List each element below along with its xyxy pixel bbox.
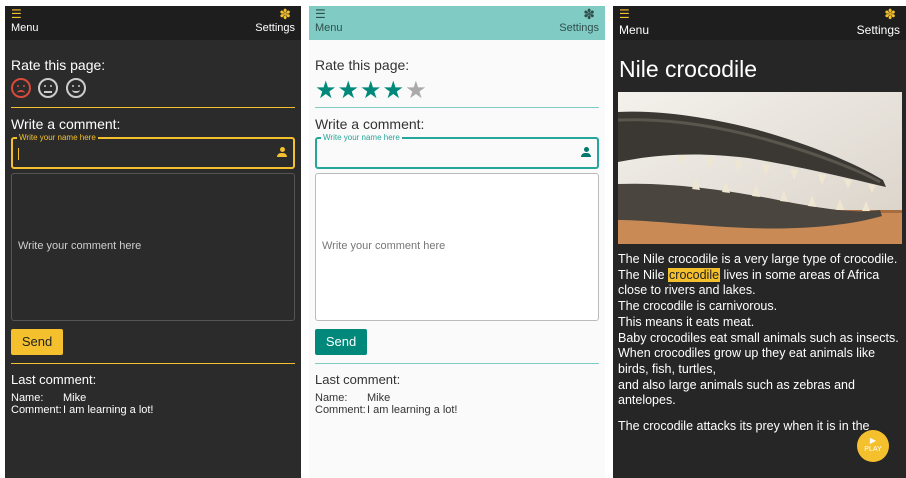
name-label: Name: bbox=[11, 392, 44, 404]
menu-icon[interactable]: ☰ bbox=[315, 8, 326, 20]
article-paragraph: The crocodile attacks its prey when it i… bbox=[618, 419, 870, 434]
comment-placeholder: Write your comment here bbox=[18, 240, 142, 252]
play-icon: ▶ bbox=[869, 436, 877, 445]
article-title: Nile crocodile bbox=[619, 56, 758, 82]
neutral-face-icon[interactable] bbox=[38, 78, 59, 98]
settings-button[interactable]: Settings bbox=[559, 22, 599, 34]
name-label: Name: bbox=[315, 392, 348, 404]
last-comment-text: Comment:I am learning a lot! bbox=[11, 404, 154, 416]
person-icon bbox=[581, 147, 591, 159]
crocodile-photo bbox=[618, 92, 902, 244]
comment-value: I am learning a lot! bbox=[367, 404, 458, 416]
comment-label: Comment: bbox=[11, 404, 62, 416]
comment-title: Write a comment: bbox=[315, 116, 425, 132]
play-button[interactable]: ▶ PLAY bbox=[857, 430, 889, 462]
play-label: PLAY bbox=[864, 446, 882, 453]
article-text: The Nile bbox=[618, 267, 669, 282]
article-paragraph: and also large animals such as zebras an… bbox=[618, 377, 855, 408]
menu-icon[interactable]: ☰ bbox=[619, 8, 630, 20]
article-paragraph: This means it eats meat. bbox=[618, 314, 755, 329]
comment-textarea[interactable]: Write your comment here bbox=[11, 173, 295, 321]
article-paragraph: When crocodiles grow up they eat animals… bbox=[618, 346, 876, 376]
sad-face-icon[interactable] bbox=[11, 78, 31, 98]
article-paragraph: The crocodile is carnivorous. bbox=[618, 299, 778, 314]
rate-title: Rate this page: bbox=[315, 57, 410, 73]
rate-title: Rate this page: bbox=[11, 57, 106, 73]
menu-icon[interactable]: ☰ bbox=[11, 8, 22, 20]
divider bbox=[11, 363, 295, 364]
comment-textarea[interactable]: Write your comment here bbox=[315, 173, 599, 321]
gear-icon[interactable]: ✽ bbox=[884, 7, 896, 21]
article-paragraph: The Nile crocodile is a very large type … bbox=[618, 252, 898, 266]
light-comment-screen: ☰ Menu ✽ Settings Rate this page: ★★★★★ … bbox=[309, 6, 605, 478]
settings-button[interactable]: Settings bbox=[857, 23, 900, 37]
article-screen: ☰ Menu ✽ Settings Nile crocodile The Nil… bbox=[613, 6, 906, 478]
article-paragraph: Baby crocodiles eat small animals such a… bbox=[618, 330, 899, 345]
star-icon[interactable]: ★ bbox=[383, 77, 406, 104]
top-bar: ☰ Menu ✽ Settings bbox=[309, 6, 605, 40]
top-bar: ☰ Menu ✽ Settings bbox=[5, 6, 301, 40]
star-icon[interactable]: ★ bbox=[338, 77, 361, 104]
top-bar: ☰ Menu ✽ Settings bbox=[613, 6, 906, 40]
name-input[interactable]: Write your name here bbox=[11, 133, 295, 169]
name-input-label: Write your name here bbox=[17, 133, 98, 142]
comment-placeholder: Write your comment here bbox=[322, 240, 446, 252]
menu-button[interactable]: Menu bbox=[619, 23, 649, 37]
last-comment-title: Last comment: bbox=[315, 372, 401, 387]
comment-title: Write a comment: bbox=[11, 116, 121, 132]
star-icon[interactable]: ★ bbox=[360, 77, 383, 104]
crocodile-image bbox=[618, 92, 902, 244]
happy-face-icon[interactable] bbox=[65, 78, 86, 98]
star-icon[interactable]: ★ bbox=[315, 77, 338, 104]
divider bbox=[11, 107, 295, 108]
last-comment-name: Name: Mike bbox=[315, 392, 390, 404]
article-paragraph: The Nile crocodile lives in some areas o… bbox=[618, 267, 900, 299]
comment-value: I am learning a lot! bbox=[63, 404, 154, 416]
name-input[interactable]: Write your name here bbox=[315, 133, 599, 169]
star-rating: ★★★★★ bbox=[315, 76, 428, 105]
comment-label: Comment: bbox=[315, 404, 366, 416]
dark-comment-screen: ☰ Menu ✽ Settings Rate this page: Write … bbox=[5, 6, 301, 478]
settings-button[interactable]: Settings bbox=[255, 22, 295, 34]
name-input-label: Write your name here bbox=[321, 133, 402, 142]
last-comment-name: Name: Mike bbox=[11, 392, 86, 404]
article-body: The Nile crocodile is a very large type … bbox=[618, 252, 900, 435]
person-icon bbox=[277, 147, 287, 159]
highlighted-word[interactable]: crocodile bbox=[668, 267, 721, 282]
rating-faces bbox=[11, 78, 89, 100]
gear-icon[interactable]: ✽ bbox=[279, 7, 291, 21]
name-value: Mike bbox=[63, 392, 87, 404]
last-comment-text: Comment:I am learning a lot! bbox=[315, 404, 458, 416]
last-comment-title: Last comment: bbox=[11, 372, 97, 387]
divider bbox=[315, 363, 599, 364]
text-caret bbox=[18, 148, 19, 160]
send-button[interactable]: Send bbox=[11, 329, 63, 355]
star-icon[interactable]: ★ bbox=[405, 77, 428, 104]
menu-button[interactable]: Menu bbox=[315, 22, 343, 34]
name-value: Mike bbox=[367, 392, 391, 404]
divider bbox=[315, 107, 599, 108]
send-button[interactable]: Send bbox=[315, 329, 367, 355]
menu-button[interactable]: Menu bbox=[11, 22, 39, 34]
gear-icon[interactable]: ✽ bbox=[583, 7, 595, 21]
